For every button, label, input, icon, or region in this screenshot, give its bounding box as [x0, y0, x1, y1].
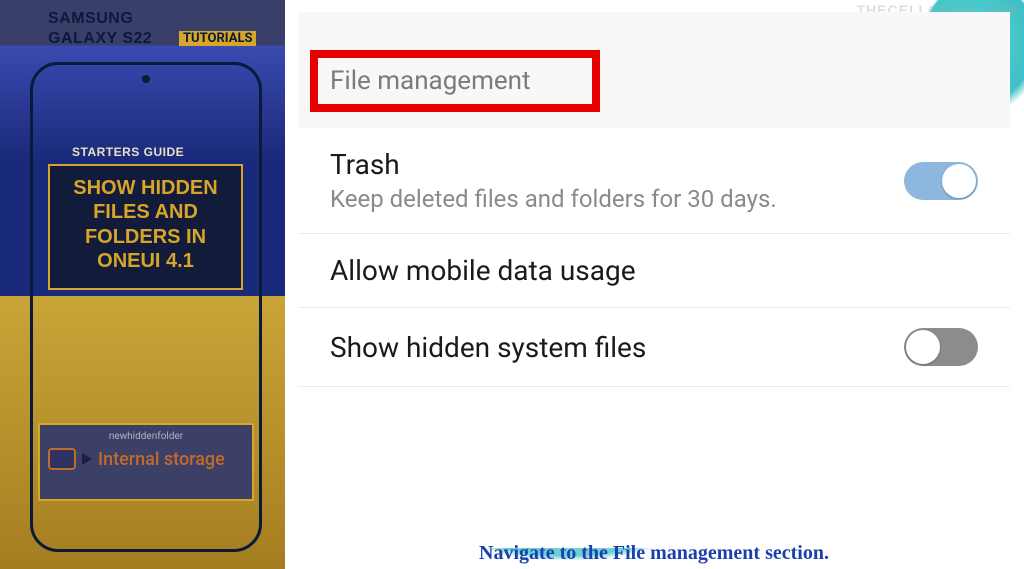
toggle-show-hidden[interactable]	[904, 328, 978, 366]
setting-title: Show hidden system files	[330, 331, 904, 364]
section-header-file-management: File management	[316, 60, 549, 102]
tutorials-badge: TUTORIALS	[179, 31, 256, 46]
section-header-bar: File management	[298, 12, 1010, 128]
phone-camera-dot	[142, 75, 150, 83]
internal-storage-label: Internal storage	[98, 449, 225, 470]
storage-preview-box: newhiddenfolder Internal storage	[38, 423, 254, 501]
instruction-caption: Navigate to the File management section.	[298, 542, 1010, 565]
setting-title: Allow mobile data usage	[330, 254, 978, 287]
toggle-knob	[942, 164, 976, 198]
brand-line-2: GALAXY S22	[48, 30, 152, 48]
tutorial-sidebar: SAMSUNG GALAXY S22 TUTORIALS STARTERS GU…	[0, 0, 285, 569]
setting-row-show-hidden[interactable]: Show hidden system files	[298, 308, 1010, 387]
tutorial-title-line-4: ONEUI 4.1	[56, 249, 235, 273]
storage-hint: newhiddenfolder	[48, 431, 244, 442]
setting-subtitle: Keep deleted files and folders for 30 da…	[330, 185, 904, 213]
setting-row-mobile-data[interactable]: Allow mobile data usage	[298, 234, 1010, 308]
toggle-knob	[906, 330, 940, 364]
brand-line-1: SAMSUNG	[48, 10, 133, 28]
tutorial-title-box: SHOW HIDDEN FILES AND FOLDERS IN ONEUI 4…	[48, 164, 243, 290]
settings-panel: File management Trash Keep deleted files…	[298, 12, 1010, 548]
play-icon	[82, 453, 92, 465]
setting-row-trash[interactable]: Trash Keep deleted files and folders for…	[298, 128, 1010, 234]
setting-title: Trash	[330, 148, 904, 181]
toggle-trash[interactable]	[904, 162, 978, 200]
folder-icon	[48, 448, 76, 470]
tutorial-title-line-3: FOLDERS IN	[56, 225, 235, 249]
tutorial-title-line-1: SHOW HIDDEN	[56, 176, 235, 200]
tutorial-title-line-2: FILES AND	[56, 200, 235, 224]
starters-guide-label: STARTERS GUIDE	[72, 145, 184, 159]
